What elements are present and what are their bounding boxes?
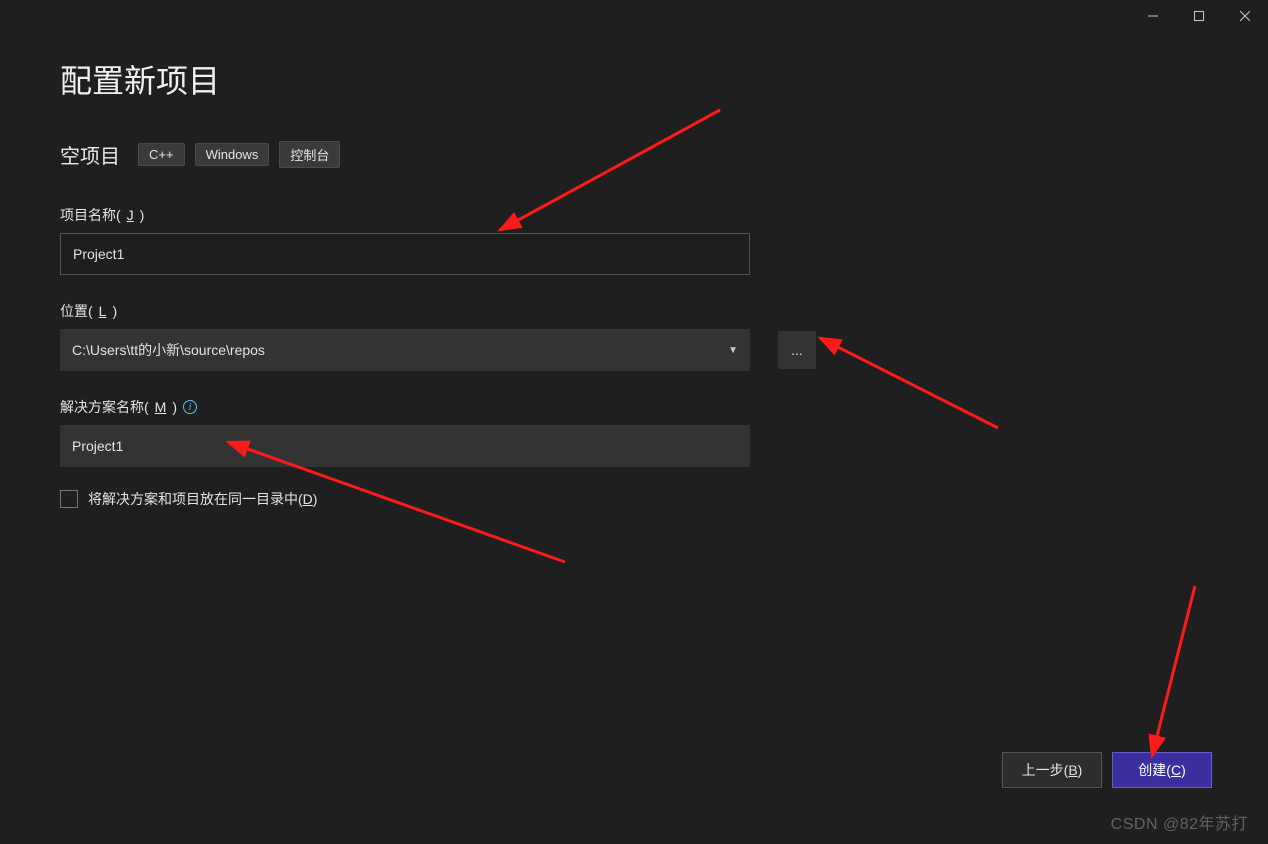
same-directory-row: 将解决方案和项目放在同一目录中(D): [60, 489, 1210, 509]
chevron-down-icon: ▼: [728, 345, 738, 356]
solution-name-input[interactable]: Project1: [60, 425, 750, 467]
browse-button[interactable]: ...: [778, 331, 816, 369]
tag-console: 控制台: [279, 141, 340, 168]
back-button[interactable]: 上一步(B): [1002, 752, 1102, 788]
location-value: C:\Users\tt的小新\source\repos: [72, 340, 265, 360]
footer-buttons: 上一步(B) 创建(C): [1002, 752, 1212, 788]
page-title: 配置新项目: [60, 56, 1210, 102]
project-name-label: 项目名称(J): [60, 205, 1210, 225]
template-name: 空项目: [60, 140, 120, 169]
solution-name-label: 解决方案名称(M) i: [60, 397, 1210, 417]
close-button[interactable]: [1222, 0, 1268, 32]
create-button[interactable]: 创建(C): [1112, 752, 1212, 788]
project-name-input[interactable]: [60, 233, 750, 275]
tag-windows: Windows: [195, 143, 270, 166]
tag-cpp: C++: [138, 143, 185, 166]
window-titlebar: [1130, 0, 1268, 32]
watermark: CSDN @82年苏打: [1111, 810, 1248, 834]
same-directory-checkbox[interactable]: [60, 490, 78, 508]
same-directory-label: 将解决方案和项目放在同一目录中(D): [88, 489, 317, 509]
info-icon[interactable]: i: [183, 400, 197, 414]
template-header: 空项目 C++ Windows 控制台: [60, 140, 1210, 169]
maximize-button[interactable]: [1176, 0, 1222, 32]
minimize-button[interactable]: [1130, 0, 1176, 32]
location-label: 位置(L): [60, 301, 1210, 321]
location-combobox[interactable]: C:\Users\tt的小新\source\repos ▼: [60, 329, 750, 371]
